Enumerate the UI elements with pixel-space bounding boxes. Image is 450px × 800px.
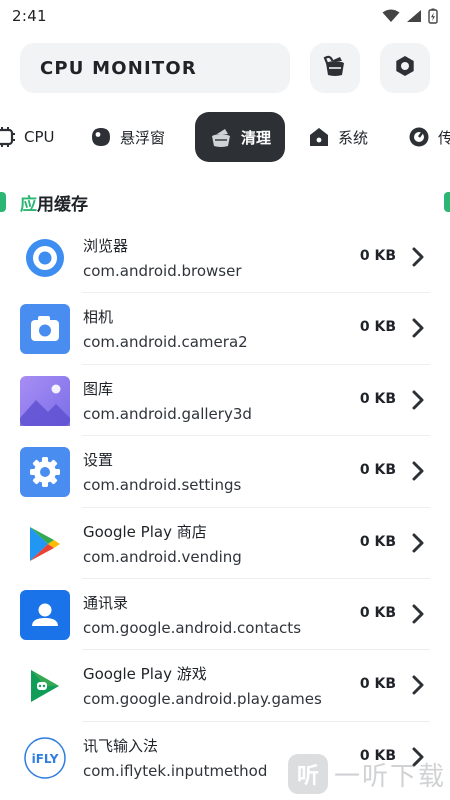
cache-size: 0 KB [359, 390, 396, 407]
clean-button[interactable] [310, 43, 360, 93]
status-time: 2:41 [12, 7, 47, 25]
contacts-icon [20, 589, 70, 640]
hexagon-settings-icon [393, 54, 417, 82]
app-package: com.google.android.contacts [83, 618, 302, 637]
status-bar: 2:41 [0, 0, 450, 32]
app-package: com.google.android.play.games [83, 690, 322, 709]
watermark: 听 一听下载 [288, 748, 450, 800]
section-accent-right [444, 192, 450, 212]
chevron-right-icon [410, 317, 426, 339]
app-package: com.android.vending [83, 547, 242, 566]
watermark-logo: 听 [288, 754, 328, 794]
chevron-right-icon [410, 389, 426, 411]
floating-window-icon [90, 126, 112, 148]
section-title-rest: 用缓存 [37, 195, 88, 215]
app-name: 设置 [83, 451, 114, 470]
list-item[interactable]: 相机 com.android.camera2 0 KB [0, 293, 450, 365]
cache-size: 0 KB [359, 533, 396, 550]
list-item[interactable]: Google Play 游戏 com.google.android.play.g… [0, 650, 450, 722]
section-title: 应用缓存 [20, 190, 88, 215]
settings-button[interactable] [380, 43, 430, 93]
tab-cpu[interactable]: CPU [0, 112, 55, 162]
chip-icon [0, 126, 16, 148]
section-title-accent: 应 [20, 195, 37, 215]
cache-size: 0 KB [359, 604, 396, 621]
cache-size: 0 KB [359, 248, 396, 264]
tab-clean[interactable]: 清理 [195, 112, 286, 162]
list-item[interactable]: 通讯录 com.google.android.contacts 0 KB [0, 579, 450, 651]
app-package: com.android.gallery3d [83, 404, 252, 423]
wifi-icon [382, 9, 400, 23]
watermark-text: 一听下载 [334, 761, 447, 792]
app-name: 相机 [83, 308, 114, 327]
camera-icon [20, 304, 70, 355]
app-name: 图库 [83, 379, 114, 398]
play-games-icon [20, 661, 70, 711]
app-cache-list: 浏览器 com.android.browser 0 KB 相机 com.andr… [0, 222, 450, 793]
section-accent-left [0, 192, 6, 212]
chevron-right-icon [410, 674, 426, 696]
ifly-icon: iFLY [20, 733, 70, 783]
app-package: com.iflytek.inputmethod [83, 761, 268, 780]
play-store-icon [20, 519, 70, 569]
tab-floating-window[interactable]: 悬浮窗 [90, 112, 165, 162]
chevron-right-icon [410, 246, 426, 268]
section-header: 应用缓存 [0, 188, 450, 216]
tab-system-label: 系统 [338, 128, 369, 147]
broom-icon [209, 126, 233, 148]
cache-size: 0 KB [359, 676, 396, 693]
broom-icon [322, 54, 348, 82]
list-item[interactable]: 图库 com.android.gallery3d 0 KB [0, 365, 450, 437]
cache-size: 0 KB [359, 462, 396, 479]
gallery-icon [20, 375, 70, 426]
app-name: 通讯录 [83, 593, 129, 612]
cache-size: 0 KB [359, 319, 396, 336]
tab-system[interactable]: 系统 [308, 112, 368, 162]
battery-charging-icon [428, 8, 438, 24]
app-package: com.android.camera2 [83, 333, 248, 352]
app-header: CPU MONITOR [20, 43, 430, 93]
tab-sensor-label: 传 [438, 128, 450, 147]
chevron-right-icon [410, 603, 426, 625]
app-name: Google Play 商店 [83, 522, 207, 541]
app-name: 浏览器 [83, 237, 129, 255]
app-package: com.android.settings [83, 476, 242, 495]
browser-icon [20, 233, 70, 283]
chevron-right-icon [410, 532, 426, 554]
tab-cpu-label: CPU [24, 128, 55, 146]
list-item[interactable]: 浏览器 com.android.browser 0 KB [0, 222, 450, 294]
app-package: com.android.browser [83, 262, 242, 280]
signal-icon [406, 9, 422, 23]
tab-bar: CPU 悬浮窗 清理 系统 传 [0, 110, 450, 164]
title-pill: CPU MONITOR [20, 43, 290, 93]
sensor-icon [408, 126, 430, 148]
list-item[interactable]: Google Play 商店 com.android.vending 0 KB [0, 508, 450, 579]
app-name: Google Play 游戏 [83, 665, 207, 684]
status-icons [382, 8, 438, 24]
home-icon [308, 126, 330, 148]
settings-gear-icon [20, 447, 70, 498]
tab-sensor[interactable]: 传 [408, 112, 450, 162]
app-name: 讯飞输入法 [83, 736, 159, 755]
app-title: CPU MONITOR [40, 57, 197, 79]
tab-floating-window-label: 悬浮窗 [120, 128, 166, 147]
svg-text:iFLY: iFLY [32, 752, 59, 766]
list-item[interactable]: 设置 com.android.settings 0 KB [0, 436, 450, 508]
chevron-right-icon [410, 460, 426, 482]
tab-clean-label: 清理 [241, 128, 272, 147]
